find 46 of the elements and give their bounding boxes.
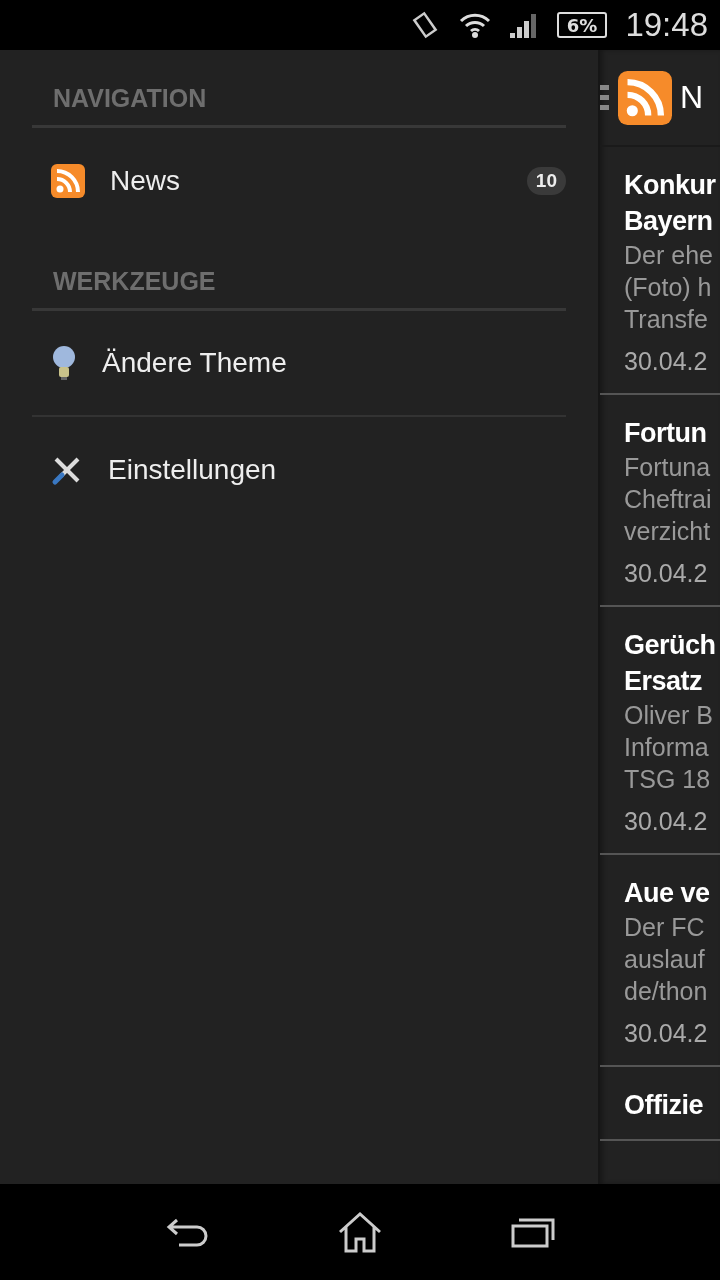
wifi-icon bbox=[458, 11, 491, 39]
article-item[interactable]: Konkur Bayern Der ehe (Foto) h Transfe 30.04.2 bbox=[600, 147, 720, 395]
section-header: NAVIGATION bbox=[53, 84, 207, 113]
drawer-item-label: News bbox=[110, 164, 181, 197]
article-item[interactable]: Offizie bbox=[600, 1067, 720, 1141]
article-item[interactable]: Gerüch Ersatz Oliver B Informa TSG 18 30.04.2 bbox=[600, 607, 720, 855]
clock: 19:48 bbox=[625, 6, 708, 44]
drawer-indicator-icon[interactable] bbox=[600, 82, 610, 113]
article-summary-line: auslauf bbox=[624, 944, 706, 975]
article-date: 30.04.2 bbox=[624, 806, 709, 837]
drawer-item[interactable]: Ändere Theme bbox=[32, 311, 566, 417]
article-summary-line: Cheftrai bbox=[624, 484, 713, 515]
article-title: Fortun bbox=[624, 417, 708, 450]
article-summary-line: verzicht bbox=[624, 516, 712, 547]
article-date: 30.04.2 bbox=[624, 1018, 709, 1049]
rss-icon bbox=[618, 70, 672, 125]
article-summary-line: Oliver B bbox=[624, 700, 714, 731]
article-summary-line: Informa bbox=[624, 732, 710, 763]
article-title: Aue ve bbox=[624, 877, 711, 910]
signal-icon bbox=[508, 11, 539, 39]
article-title: Gerüch bbox=[624, 629, 717, 662]
light-bulb-icon bbox=[51, 345, 77, 381]
article-title: Bayern bbox=[624, 205, 714, 238]
article-summary-line: Der FC bbox=[624, 912, 706, 943]
drawer-item-label: Ändere Theme bbox=[102, 347, 288, 379]
article-summary-line: Der ehe bbox=[624, 240, 714, 271]
article-date: 30.04.2 bbox=[624, 558, 709, 589]
article-title: Ersatz bbox=[624, 665, 704, 698]
count-badge: 10 bbox=[526, 166, 566, 195]
article-summary-line: (Foto) h bbox=[624, 272, 713, 303]
article-title: Konkur bbox=[624, 169, 717, 202]
app-title: N bbox=[680, 79, 704, 116]
article-summary-line: Fortuna bbox=[624, 452, 712, 483]
article-summary-line: de/thon bbox=[624, 976, 709, 1007]
rss-icon bbox=[51, 163, 85, 198]
article-summary-line: Transfe bbox=[624, 304, 709, 335]
drawer-item-label: Einstellungen bbox=[108, 453, 278, 486]
drawer-item[interactable]: Einstellungen bbox=[32, 417, 566, 522]
section-header: WERKZEUGE bbox=[53, 267, 216, 296]
article-item[interactable]: Fortun Fortuna Cheftrai verzicht 30.04.2 bbox=[600, 395, 720, 607]
article-summary-line: TSG 18 bbox=[624, 764, 712, 795]
article-date: 30.04.2 bbox=[624, 346, 709, 377]
drawer-item[interactable]: News 10 bbox=[32, 128, 566, 233]
article-title: Offizie bbox=[624, 1089, 704, 1122]
battery-indicator: 6% bbox=[556, 12, 608, 38]
article-item[interactable]: Aue ve Der FC auslauf de/thon 30.04.2 bbox=[600, 855, 720, 1067]
